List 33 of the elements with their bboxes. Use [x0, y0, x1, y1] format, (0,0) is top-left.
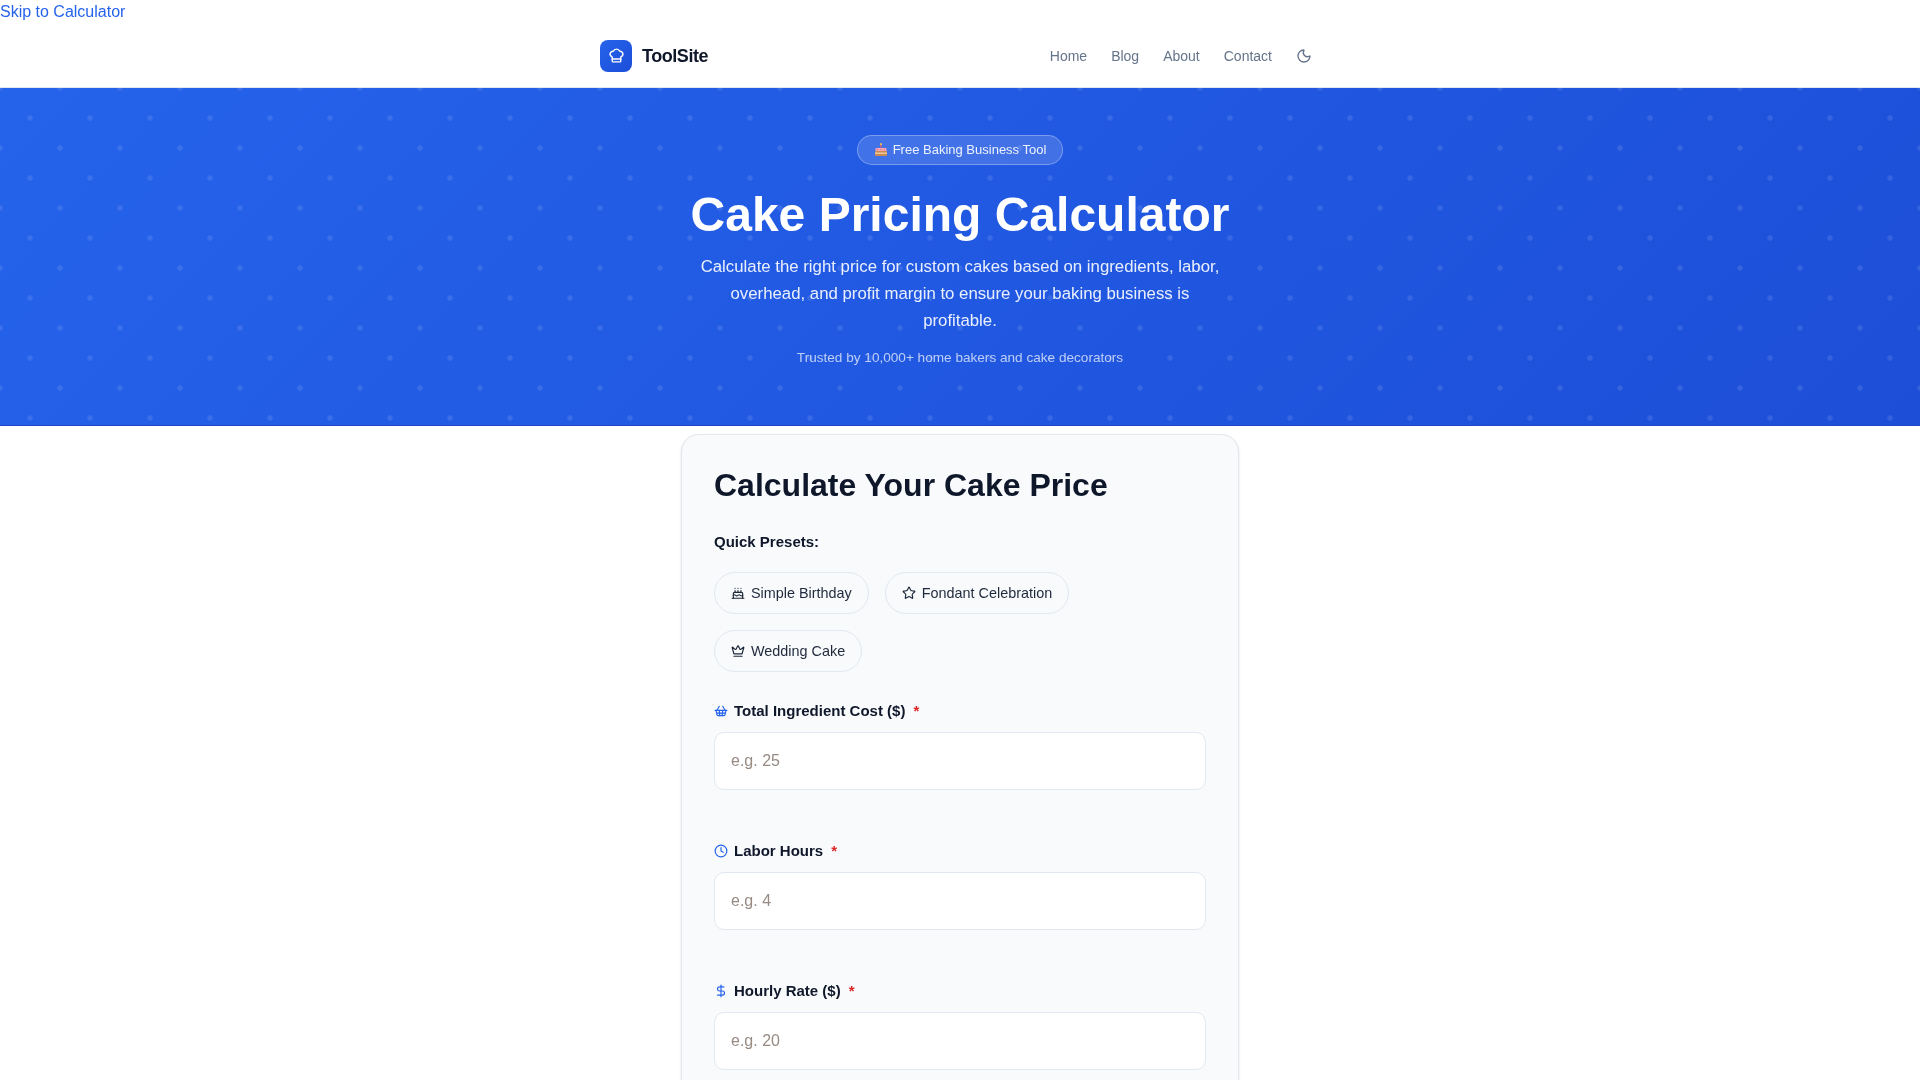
- required-mark: *: [913, 701, 920, 722]
- moon-icon: [1296, 47, 1312, 64]
- hero-description: Calculate the right price for custom cakes based on ingredients, labor, overhead, and profit margin to ensure your baking business is profitable.: [699, 255, 1221, 332]
- logo-link[interactable]: ToolSite: [600, 39, 709, 72]
- input-field[interactable]: e.g. 4: [714, 872, 1206, 931]
- cake-icon: [731, 586, 745, 601]
- nav-link[interactable]: Blog: [1111, 45, 1140, 66]
- field-label: Labor Hours: [734, 841, 824, 862]
- nav-link[interactable]: Contact: [1223, 45, 1272, 66]
- badge-label: Free Baking Business Tool: [892, 141, 1047, 160]
- skip-link[interactable]: Skip to Calculator: [0, 0, 126, 24]
- required-mark: *: [848, 981, 855, 1002]
- required-mark: *: [831, 841, 838, 862]
- preset-button[interactable]: Fondant Celebration: [884, 572, 1070, 615]
- chef-hat-icon: [600, 39, 632, 72]
- nav-link[interactable]: About: [1163, 45, 1200, 66]
- card-title: Calculate Your Cake Price: [714, 466, 1109, 506]
- dollar-sign-icon: [714, 984, 728, 999]
- clock-icon: [714, 844, 728, 859]
- page-title: Cake Pricing Calculator: [690, 189, 1230, 242]
- presets-label: Quick Presets:: [714, 532, 821, 553]
- nav-link[interactable]: Home: [1049, 45, 1088, 66]
- birthday-cake-icon: [873, 143, 888, 157]
- field-label: Hourly Rate ($): [734, 981, 841, 1002]
- preset-button[interactable]: Simple Birthday: [714, 572, 869, 615]
- crown-icon: [731, 644, 745, 659]
- star-icon: [901, 586, 916, 601]
- input-field[interactable]: e.g. 20: [714, 1012, 1206, 1071]
- trust-note: Trusted by 10,000+ home bakers and cake decorators: [796, 349, 1124, 368]
- basket-icon: [714, 704, 728, 719]
- input-field[interactable]: e.g. 25: [714, 732, 1206, 791]
- field-label: Total Ingredient Cost ($): [734, 701, 906, 722]
- preset-button[interactable]: Wedding Cake: [714, 630, 863, 673]
